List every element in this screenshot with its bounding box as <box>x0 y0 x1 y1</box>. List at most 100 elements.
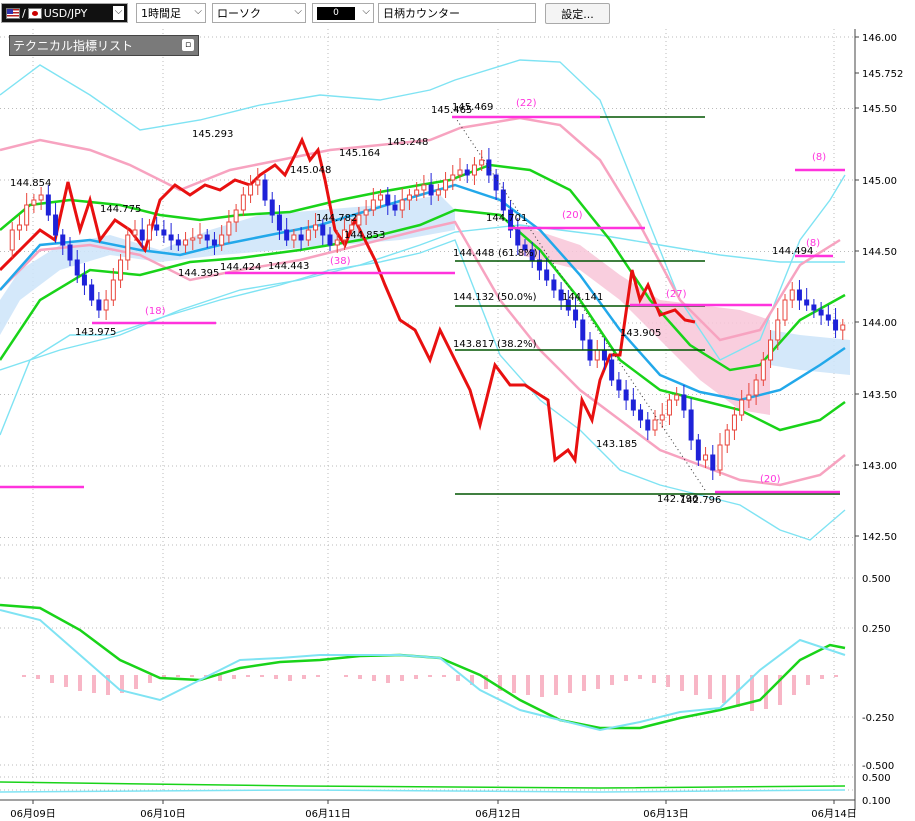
indicator-list-panel[interactable]: テクニカル指標リスト ▫ <box>9 35 199 56</box>
candle-body <box>118 259 124 281</box>
price-label: 145.164 <box>339 148 380 159</box>
macd-histogram-bar <box>792 675 796 695</box>
candle-body <box>500 189 506 211</box>
candle-body <box>479 159 485 166</box>
day-counter-label: (8) <box>812 152 826 163</box>
timeframe-label: 1時間足 <box>141 7 181 20</box>
price-axis-label: 145.00 <box>862 176 897 187</box>
candle-body <box>659 414 665 421</box>
candle-body <box>284 229 290 241</box>
price-axis-label: 144.50 <box>862 247 897 258</box>
price-label: 145.048 <box>290 165 331 176</box>
symbol-select[interactable]: / USD/JPY ⌵ <box>1 3 128 23</box>
candle-body <box>457 169 463 176</box>
day-counter-label: (20) <box>760 474 781 485</box>
macd-histogram-bar <box>638 675 642 679</box>
candle-body <box>240 194 246 211</box>
candle-body <box>132 229 138 236</box>
macd-histogram-bar <box>372 675 376 681</box>
candle-body <box>276 214 282 231</box>
candle-body <box>363 209 369 216</box>
price-label: 145.469 <box>452 102 493 113</box>
price-label: 144.854 <box>10 178 51 189</box>
candle-body <box>623 389 629 401</box>
candle-body <box>782 299 788 321</box>
candle-body <box>695 439 701 461</box>
chart-type-select[interactable]: ローソク ⌵ <box>212 3 306 23</box>
candle-body <box>96 299 102 311</box>
macd-histogram-bar <box>302 675 306 679</box>
candle-body <box>789 289 795 301</box>
chevron-down-icon: ⌵ <box>362 6 370 17</box>
candle-body <box>385 194 391 206</box>
color-select[interactable]: 0 ⌵ <box>312 3 374 23</box>
macd-histogram-bar <box>652 675 656 683</box>
timeframe-select[interactable]: 1時間足 ⌵ <box>136 3 206 23</box>
candle-body <box>226 221 232 236</box>
candle-body <box>724 429 730 446</box>
macd-axis-label: -0.500 <box>862 761 894 772</box>
sub-indicator-line <box>0 789 846 793</box>
minimize-icon[interactable]: ▫ <box>182 39 194 51</box>
chevron-down-icon: ⌵ <box>113 6 124 20</box>
price-label: 143.975 <box>75 327 116 338</box>
candle-body <box>760 359 766 381</box>
candle-body <box>443 179 449 191</box>
candle-body <box>840 324 846 331</box>
candle-body <box>197 234 203 239</box>
candle-body <box>573 309 579 321</box>
candle-body <box>796 289 802 301</box>
macd-histogram-bar <box>134 675 138 689</box>
candle-body <box>146 224 152 241</box>
price-label: 143.817 <box>453 339 494 350</box>
candle-body <box>38 194 44 201</box>
date-axis-label: 06月10日 <box>140 808 185 820</box>
macd-signal-line <box>0 603 846 730</box>
day-counter-label: (27) <box>666 289 687 300</box>
macd-histogram-bar <box>750 675 754 711</box>
price-axis-label: 142.50 <box>862 532 897 543</box>
chart-type-label: ローソク <box>217 7 261 20</box>
chevron-down-icon: ⌵ <box>194 6 202 17</box>
candle-body <box>248 184 254 196</box>
candle-body <box>616 379 622 391</box>
candle-body <box>81 274 87 286</box>
candle-body <box>24 204 30 226</box>
candle-body <box>262 179 268 201</box>
macd-histogram-bar <box>428 675 432 677</box>
candle-body <box>399 199 405 211</box>
candle-body <box>739 399 745 416</box>
jp-flag-icon <box>27 7 42 19</box>
candle-body <box>544 269 550 281</box>
day-counter-label: (8) <box>806 238 820 249</box>
candle-body <box>753 379 759 396</box>
macd-histogram-bar <box>512 675 516 693</box>
sub-indicator-line <box>0 781 846 789</box>
price-label: 145.248 <box>387 137 428 148</box>
candle-body <box>710 454 716 471</box>
candle-body <box>53 214 59 236</box>
price-label: 143.185 <box>596 439 637 450</box>
price-label: 143.905 <box>620 328 661 339</box>
candle-body <box>464 169 470 176</box>
candle-body <box>67 244 73 261</box>
macd-axis-label: 0.250 <box>862 624 891 635</box>
macd-histogram-bar <box>274 675 278 679</box>
candle-body <box>74 259 80 276</box>
candle-body <box>378 194 384 201</box>
price-label: 144.701 <box>486 213 527 224</box>
price-label: 142.796 <box>680 495 721 506</box>
candle-body <box>219 234 225 246</box>
us-flag-icon <box>6 7 20 19</box>
macd-histogram-bar <box>36 675 40 679</box>
macd-histogram-bar <box>190 675 194 677</box>
candle-body <box>334 239 340 246</box>
chevron-down-icon: ⌵ <box>294 6 302 17</box>
price-axis-label: 146.00 <box>862 33 897 44</box>
settings-button[interactable]: 設定... <box>545 3 610 24</box>
candle-body <box>168 234 174 241</box>
day-counter-field[interactable]: 日柄カウンター <box>378 3 536 23</box>
candle-body <box>645 419 651 431</box>
macd-histogram-bar <box>568 675 572 693</box>
sub-axis-label: 0.100 <box>862 796 891 807</box>
